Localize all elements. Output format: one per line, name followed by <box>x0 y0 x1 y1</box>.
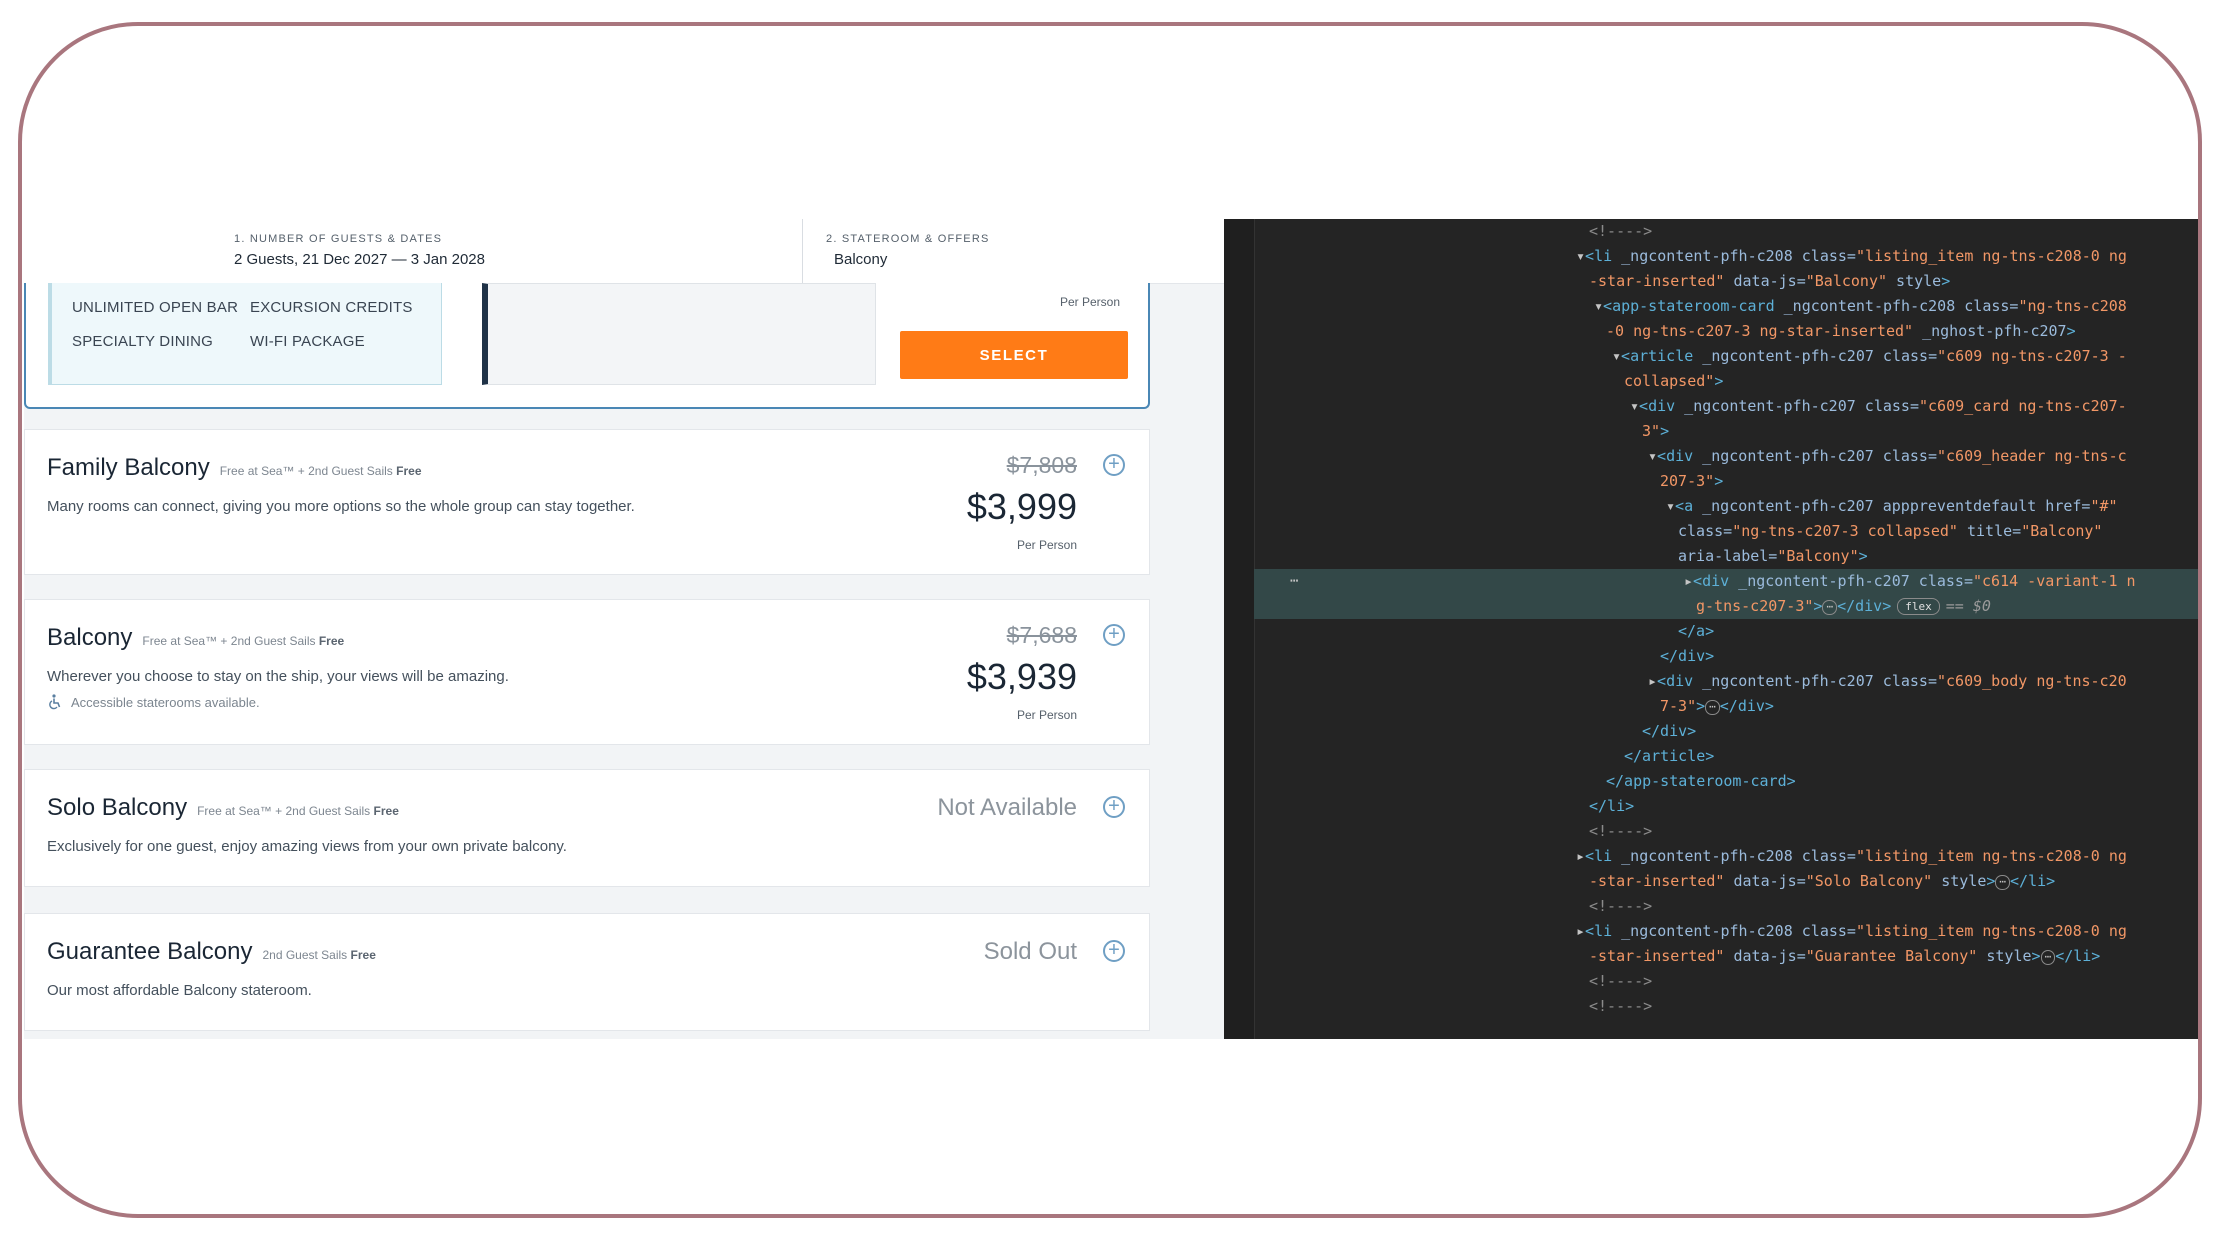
per-person-label: Per Person <box>1060 295 1121 309</box>
perk-wifi-package: WI-FI PACKAGE <box>250 333 365 350</box>
card-title: Family Balcony Free at Sea™ + 2nd Guest S… <box>47 454 422 481</box>
accessible-note: Accessible staterooms available. <box>47 694 260 710</box>
stateroom-card-solo-balcony[interactable]: Solo Balcony Free at Sea™ + 2nd Guest Sai… <box>24 769 1150 887</box>
booking-pane: 1. Number of guests & dates 2 Guests, 21… <box>24 219 1228 1039</box>
stateroom-image <box>482 283 876 385</box>
dom-node-li-solo-balcony[interactable]: ▸<li _ngcontent-pfh-c208 class="listing_… <box>1254 844 2198 869</box>
select-button[interactable]: SELECT <box>900 331 1128 379</box>
more-dots-icon[interactable]: ⋯ <box>1290 569 1298 594</box>
wheelchair-icon <box>49 694 61 710</box>
card-promo: 2nd Guest Sails Free <box>262 948 376 962</box>
plus-circle-icon[interactable]: + <box>1103 454 1125 476</box>
stateroom-card-family-balcony[interactable]: Family Balcony Free at Sea™ + 2nd Guest S… <box>24 429 1150 575</box>
dom-comment[interactable]: <!----> <box>1254 894 2198 919</box>
card-promo: Free at Sea™ + 2nd Guest Sails Free <box>197 804 399 818</box>
dom-node-li-balcony-cont[interactable]: -star-inserted" data-js="Balcony" style> <box>1254 269 2198 294</box>
collapsed-content-pill[interactable]: ⋯ <box>1705 700 1720 715</box>
dom-node-a-cont2[interactable]: aria-label="Balcony"> <box>1254 544 2198 569</box>
card-description: Exclusively for one guest, enjoy amazing… <box>47 838 567 855</box>
dom-comment[interactable]: <!----> <box>1254 219 2198 244</box>
perk-specialty-dining: SPECIALTY DINING <box>72 333 214 350</box>
flex-badge[interactable]: flex <box>1897 598 1940 615</box>
dom-node-article-cont[interactable]: collapsed"> <box>1254 369 2198 394</box>
perks-box: UNLIMITED OPEN BAR EXCURSION CREDITS SPE… <box>48 283 442 385</box>
step-divider <box>802 219 803 283</box>
price: $3,939 <box>966 656 1077 697</box>
card-description: Many rooms can connect, giving you more … <box>47 498 635 515</box>
dom-node-div-card-cont[interactable]: 3"> <box>1254 419 2198 444</box>
dom-node-li-guarantee-balcony-cont[interactable]: -star-inserted" data-js="Guarantee Balco… <box>1254 944 2198 969</box>
expanded-stateroom-card: UNLIMITED OPEN BAR EXCURSION CREDITS SPE… <box>24 283 1150 409</box>
booking-steps-header: 1. Number of guests & dates 2 Guests, 21… <box>24 219 1228 284</box>
collapsed-content-pill[interactable]: ⋯ <box>1995 875 2011 890</box>
dom-node-li-solo-balcony-cont[interactable]: -star-inserted" data-js="Solo Balcony" s… <box>1254 869 2198 894</box>
card-promo: Free at Sea™ + 2nd Guest Sails Free <box>219 464 422 478</box>
availability-status: Sold Out <box>983 938 1077 965</box>
dom-node-article[interactable]: ▾<article _ngcontent-pfh-c207 class="c60… <box>1254 344 2198 369</box>
plus-circle-icon[interactable]: + <box>1103 940 1125 962</box>
dom-node-div-header[interactable]: ▾<div _ngcontent-pfh-c207 class="c609_he… <box>1254 444 2198 469</box>
dom-node-div-variant-selected-cont[interactable]: g-tns-c207-3"> ⋯ </div> flex == $0 <box>1254 594 2198 619</box>
dom-node-div-variant-selected[interactable]: ⋯ ▸<div _ngcontent-pfh-c207 class="c614 -… <box>1254 569 2198 594</box>
dom-node-div-card[interactable]: ▾<div _ngcontent-pfh-c207 class="c609_ca… <box>1254 394 2198 419</box>
step-value: 2 Guests, 21 Dec 2027 — 3 Jan 2028 <box>234 251 485 268</box>
dom-close-li[interactable]: </li> <box>1254 794 2198 819</box>
step-label: 2. Stateroom & offers <box>826 233 990 245</box>
dom-node-a-cont[interactable]: class="ng-tns-c207-3 collapsed" title="B… <box>1254 519 2198 544</box>
per-person-label: Per Person <box>1016 708 1077 722</box>
dom-comment[interactable]: <!----> <box>1254 969 2198 994</box>
card-title: Balcony Free at Sea™ + 2nd Guest Sails Fr… <box>47 624 345 651</box>
dom-comment[interactable]: <!----> <box>1254 994 2198 1019</box>
step-stateroom-offers[interactable]: 2. Stateroom & offers Balcony <box>826 233 990 268</box>
old-price: $7,688 <box>1006 622 1077 648</box>
card-description: Our most affordable Balcony stateroom. <box>47 982 312 999</box>
card-title: Guarantee Balcony 2nd Guest Sails Free <box>47 938 376 965</box>
old-price: $7,808 <box>1006 452 1077 478</box>
dom-close-div[interactable]: </div> <box>1254 644 2198 669</box>
dom-node-li-balcony[interactable]: ▾<li _ngcontent-pfh-c208 class="listing_… <box>1254 244 2198 269</box>
availability-status: Not Available <box>937 794 1077 821</box>
perk-excursion-credits: EXCURSION CREDITS <box>250 299 413 316</box>
stateroom-card-guarantee-balcony[interactable]: Guarantee Balcony 2nd Guest Sails Free Ou… <box>24 913 1150 1031</box>
dom-node-app-stateroom-card[interactable]: ▾<app-stateroom-card _ngcontent-pfh-c208… <box>1254 294 2198 319</box>
dom-node-div-body-cont[interactable]: 7-3"> ⋯ </div> <box>1254 694 2198 719</box>
dom-node-div-body[interactable]: ▸<div _ngcontent-pfh-c207 class="c609_bo… <box>1254 669 2198 694</box>
collapsed-content-pill[interactable]: ⋯ <box>2040 950 2056 965</box>
perk-open-bar: UNLIMITED OPEN BAR <box>72 299 239 316</box>
price: $3,999 <box>966 486 1077 527</box>
plus-circle-icon[interactable]: + <box>1103 796 1125 818</box>
step-value: Balcony <box>834 251 888 268</box>
step-label: 1. Number of guests & dates <box>234 233 443 245</box>
dom-node-app-stateroom-card-cont[interactable]: -0 ng-tns-c207-3 ng-star-inserted" _ngho… <box>1254 319 2198 344</box>
dom-comment[interactable]: <!----> <box>1254 819 2198 844</box>
dom-close-app-stateroom-card[interactable]: </app-stateroom-card> <box>1254 769 2198 794</box>
plus-circle-icon[interactable]: + <box>1103 624 1125 646</box>
per-person-label: Per Person <box>1016 538 1077 552</box>
dom-close-article[interactable]: </article> <box>1254 744 2198 769</box>
dom-close-div[interactable]: </div> <box>1254 719 2198 744</box>
collapsed-content-pill[interactable]: ⋯ <box>1822 600 1838 615</box>
card-title: Solo Balcony Free at Sea™ + 2nd Guest Sai… <box>47 794 399 821</box>
dom-node-li-guarantee-balcony[interactable]: ▸<li _ngcontent-pfh-c208 class="listing_… <box>1254 919 2198 944</box>
card-promo: Free at Sea™ + 2nd Guest Sails Free <box>142 634 345 648</box>
stateroom-card-balcony[interactable]: Balcony Free at Sea™ + 2nd Guest Sails Fr… <box>24 599 1150 745</box>
devtools-elements-panel: <!----> ▾<li _ngcontent-pfh-c208 class="… <box>1224 219 2198 1039</box>
dom-node-a[interactable]: ▾<a _ngcontent-pfh-c207 apppreventdefaul… <box>1254 494 2198 519</box>
dom-close-a[interactable]: </a> <box>1254 619 2198 644</box>
step-guests-dates[interactable]: 1. Number of guests & dates 2 Guests, 21… <box>234 233 485 268</box>
devtools-gutter <box>1224 219 1255 1039</box>
dom-node-div-header-cont[interactable]: 207-3"> <box>1254 469 2198 494</box>
screen-frame: 1. Number of guests & dates 2 Guests, 21… <box>18 22 2202 1218</box>
card-description: Wherever you choose to stay on the ship,… <box>47 668 509 685</box>
